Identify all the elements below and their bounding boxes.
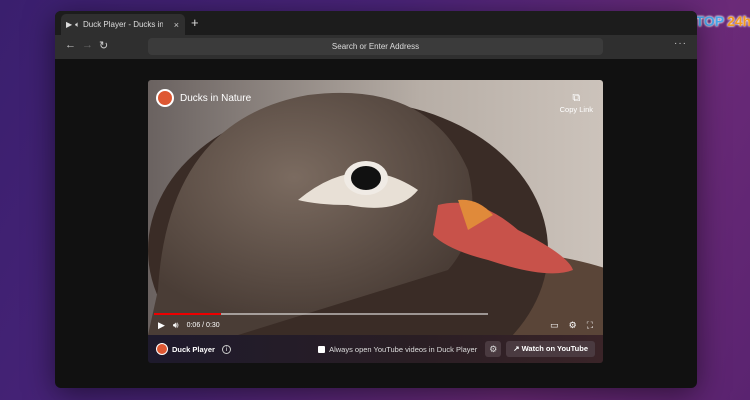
copy-link-button[interactable]: ⧉ Copy Link xyxy=(560,92,593,114)
browser-window: ▶🔈︎ Duck Player - Ducks in Nature × + ← … xyxy=(55,11,697,388)
close-tab-icon[interactable]: × xyxy=(174,20,179,30)
copy-icon: ⧉ xyxy=(572,92,581,104)
address-bar-row: ← → ↻ Search or Enter Address ··· xyxy=(55,35,697,59)
video-player[interactable]: Ducks in Nature ⧉ Copy Link ▶ 🔊︎ 0:06 / … xyxy=(148,80,603,335)
watch-on-youtube-button[interactable]: ↗ Watch on YouTube xyxy=(506,341,595,357)
progress-fill xyxy=(154,313,221,315)
duck-video-frame xyxy=(148,80,603,335)
checkbox-label: Always open YouTube videos in Duck Playe… xyxy=(329,344,478,354)
gear-icon: ⚙ xyxy=(489,344,498,354)
watch-on-youtube-label: Watch on YouTube xyxy=(521,344,588,353)
info-icon[interactable]: i xyxy=(221,344,231,354)
back-button[interactable]: ← xyxy=(65,39,76,51)
video-controls: ▶ 🔊︎ 0:06 / 0:30 ▭ ⚙ ⛶ xyxy=(158,318,593,332)
speaker-icon: 🔈︎ xyxy=(75,19,80,29)
copy-link-label: Copy Link xyxy=(559,105,593,114)
progress-bar[interactable] xyxy=(154,313,488,315)
captions-icon[interactable]: ▭ xyxy=(550,320,559,331)
duckduckgo-logo xyxy=(156,89,174,107)
duck-player-logo xyxy=(156,343,168,355)
external-link-icon: ↗ xyxy=(513,344,522,353)
checkbox[interactable] xyxy=(318,345,326,353)
watermark-text-b: 24h.com xyxy=(727,12,750,29)
settings-icon[interactable]: ⚙ xyxy=(569,320,577,331)
duck-player-footer: Duck Player i Always open YouTube videos … xyxy=(148,335,603,363)
volume-icon[interactable]: 🔊︎ xyxy=(173,320,179,331)
new-tab-button[interactable]: + xyxy=(191,15,199,30)
address-input[interactable]: Search or Enter Address xyxy=(148,38,603,55)
tab-bar: ▶🔈︎ Duck Player - Ducks in Nature × + xyxy=(55,11,697,35)
play-icon[interactable]: ▶ xyxy=(158,320,165,331)
forward-button[interactable]: → xyxy=(82,39,93,51)
video-title: Ducks in Nature xyxy=(180,92,252,104)
more-menu-button[interactable]: ··· xyxy=(674,38,687,49)
tab-duck-player[interactable]: ▶🔈︎ Duck Player - Ducks in Nature × xyxy=(61,14,185,35)
video-icon: ▶ xyxy=(66,20,73,29)
video-title-bar: Ducks in Nature xyxy=(156,89,251,107)
time-display: 0:06 / 0:30 xyxy=(186,321,220,329)
tab-title: Duck Player - Ducks in Nature xyxy=(82,20,163,29)
reload-button[interactable]: ↻ xyxy=(99,39,108,52)
duck-player-label: Duck Player xyxy=(172,344,215,354)
fullscreen-icon[interactable]: ⛶ xyxy=(587,320,593,331)
always-open-checkbox[interactable]: Always open YouTube videos in Duck Playe… xyxy=(318,345,477,354)
settings-button[interactable]: ⚙ xyxy=(485,341,502,357)
